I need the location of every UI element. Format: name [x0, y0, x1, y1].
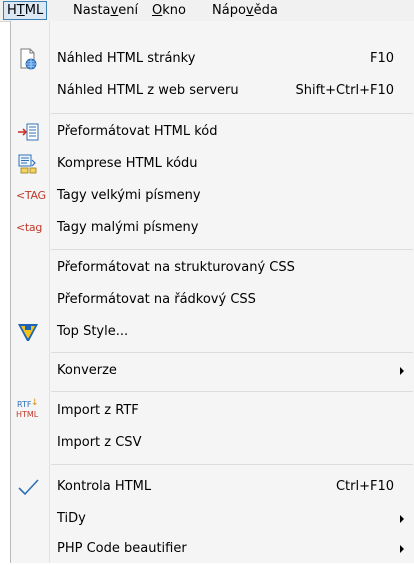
submenu-arrow-icon — [400, 367, 404, 375]
rtf-to-html-icon: RTF ↓ HTML — [16, 399, 40, 423]
menu-item-tagy-velkymi[interactable]: <TAG Tagy velkými písmeny — [11, 180, 413, 212]
menu-item-konverze[interactable]: Konverze — [11, 355, 413, 387]
menu-napoveda-mnemonic: v — [245, 3, 254, 18]
lowercase-tag-icon-text: tag — [24, 221, 43, 234]
menu-item-preformatovat-html[interactable]: Přeformátovat HTML kód — [11, 116, 413, 148]
tag-bracket-left: < — [16, 221, 25, 234]
uppercase-tag-icon: <TAG — [16, 184, 46, 208]
menu-separator — [51, 249, 413, 250]
menu-separator — [51, 352, 413, 353]
menu-nastaveni-label-pre: Nasta — [73, 3, 111, 18]
html-dropdown-menu: Náhled HTML stránky F10 Náhled HTML z we… — [10, 21, 414, 563]
menu-separator — [51, 391, 413, 392]
menu-item-import-csv[interactable]: Import z CSV — [11, 427, 413, 459]
menu-separator — [51, 464, 413, 465]
arrow-down-icon: ↓ — [31, 398, 39, 408]
menu-nastaveni-label-post: ení — [118, 3, 139, 18]
menu-html-mnemonic: T — [16, 3, 25, 18]
menu-item-shortcut: Ctrl+F10 — [335, 479, 394, 494]
menu-item-komprese-html[interactable]: Komprese HTML kódu — [11, 148, 413, 180]
menu-bar: HTML Nastavení Okno Nápověda — [0, 0, 414, 22]
menu-okno-label-post: kno — [162, 3, 186, 18]
menu-item-nahled-html-web-server[interactable]: Náhled HTML z web serveru Shift+Ctrl+F10 — [11, 75, 413, 107]
menu-item-label: Import z RTF — [57, 403, 139, 418]
menu-nastaveni[interactable]: Nastavení — [70, 1, 141, 20]
tag-bracket-left: < — [16, 189, 25, 202]
menu-item-label: Kontrola HTML — [57, 479, 152, 494]
menu-item-php-beautifier[interactable]: PHP Code beautifier — [11, 533, 413, 565]
uppercase-tag-icon-text: TAG — [24, 189, 46, 202]
menu-item-label: TiDy — [57, 511, 86, 526]
menu-napoveda-label-post: ěda — [253, 3, 278, 18]
reformat-indent-icon — [16, 120, 40, 144]
menu-item-label: Import z CSV — [57, 435, 142, 450]
menu-napoveda-label-pre: Nápo — [212, 3, 246, 18]
lowercase-tag-icon: <tag — [16, 216, 43, 240]
menu-okno-mnemonic: O — [152, 3, 163, 18]
rtf-icon-text: RTF — [17, 400, 32, 409]
menu-item-label: Přeformátovat na strukturovaný CSS — [57, 260, 295, 275]
menu-item-tagy-malymi[interactable]: <tag Tagy malými písmeny — [11, 212, 413, 244]
submenu-arrow-icon — [400, 545, 404, 553]
menu-item-nahled-html-stranky[interactable]: Náhled HTML stránky F10 — [11, 43, 413, 75]
compress-code-icon — [16, 152, 40, 176]
menu-item-label: Top Style... — [57, 324, 129, 339]
menu-item-label: Náhled HTML z web serveru — [57, 83, 239, 98]
checkmark-icon — [16, 475, 40, 499]
menu-item-label: Přeformátovat HTML kód — [57, 124, 218, 139]
menu-okno[interactable]: Okno — [149, 1, 189, 20]
menu-html-label-post: ML — [24, 3, 44, 18]
menu-item-shortcut: Shift+Ctrl+F10 — [295, 83, 394, 98]
menu-item-label: Tagy velkými písmeny — [57, 188, 201, 203]
menu-item-label: Tagy malými písmeny — [57, 220, 199, 235]
menu-item-radkovy-css[interactable]: Přeformátovat na řádkový CSS — [11, 284, 413, 316]
menu-separator — [51, 113, 413, 114]
page-preview-globe-icon — [16, 47, 40, 71]
menu-item-top-style[interactable]: Top Style... — [11, 316, 413, 348]
menu-item-shortcut: F10 — [369, 51, 394, 66]
menu-item-kontrola-html[interactable]: Kontrola HTML Ctrl+F10 — [11, 471, 413, 503]
menu-item-label: Přeformátovat na řádkový CSS — [57, 292, 256, 307]
menu-html-label-pre: H — [7, 3, 17, 18]
menu-item-import-rtf[interactable]: RTF ↓ HTML Import z RTF — [11, 395, 413, 427]
menu-item-strukturovany-css[interactable]: Přeformátovat na strukturovaný CSS — [11, 252, 413, 284]
html-icon-text: HTML — [16, 410, 39, 419]
menu-item-tidy[interactable]: TiDy — [11, 503, 413, 535]
menu-item-label: Náhled HTML stránky — [57, 51, 196, 66]
top-style-icon — [16, 320, 40, 344]
menu-item-label: Komprese HTML kódu — [57, 156, 198, 171]
menu-item-label: PHP Code beautifier — [57, 541, 187, 556]
menu-napoveda[interactable]: Nápověda — [209, 1, 281, 20]
submenu-arrow-icon — [400, 515, 404, 523]
menu-item-label: Konverze — [57, 363, 117, 378]
menu-html[interactable]: HTML — [3, 1, 48, 20]
